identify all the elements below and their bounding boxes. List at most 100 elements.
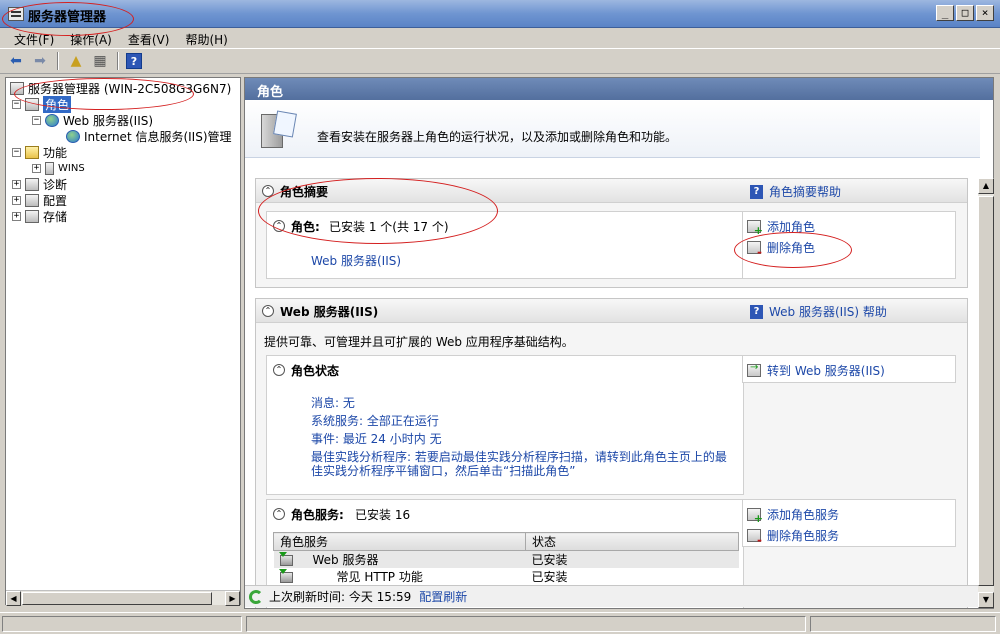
maximize-button[interactable]: □ — [956, 5, 974, 21]
details-vertical-scrollbar[interactable]: ▲ ▼ — [978, 178, 994, 608]
web-server-globe-icon — [45, 113, 59, 127]
table-row[interactable]: 常见 HTTP 功能 已安装 — [274, 568, 739, 585]
tree-item-storage[interactable]: + 存储 — [12, 208, 67, 224]
roles-details-pane: 角色 查看安装在服务器上角色的运行状况，以及添加或删除角色和功能。 ⌃ 角色摘要… — [244, 77, 994, 609]
scroll-up-icon[interactable]: ▲ — [978, 178, 994, 194]
role-status-title: 角色状态 — [291, 364, 340, 378]
tree-item-roles[interactable]: − 角色 — [12, 95, 72, 113]
web-server-header: ⌃ Web 服务器(IIS) ? Web 服务器(IIS) 帮助 — [256, 299, 967, 323]
roles-summary-title: 角色摘要 — [280, 185, 329, 199]
server-manager-icon — [8, 7, 24, 21]
table-row[interactable]: Web 服务器 已安装 — [273, 550, 739, 568]
configure-refresh-link[interactable]: 配置刷新 — [419, 588, 467, 605]
tree-item-features[interactable]: − 功能 — [12, 144, 67, 160]
features-icon — [25, 145, 39, 159]
tree-item-web-server[interactable]: − Web 服务器(IIS) — [32, 112, 153, 128]
column-header-status[interactable]: 状态 — [525, 532, 739, 551]
help-icon[interactable]: ? — [126, 53, 142, 69]
services-actions-box: 添加角色服务 删除角色服务 — [742, 499, 956, 547]
add-role-services-link[interactable]: 添加角色服务 — [747, 506, 839, 525]
collapse-status-icon[interactable]: ⌃ — [273, 364, 285, 376]
scroll-thumb[interactable] — [22, 592, 212, 605]
collapse-services-icon[interactable]: ⌃ — [273, 508, 285, 520]
web-server-help-label: Web 服务器(IIS) 帮助 — [769, 305, 887, 319]
collapse-roles-icon[interactable]: ⌃ — [273, 220, 285, 232]
expand-toggle-icon[interactable]: + — [32, 163, 41, 173]
forward-arrow-icon[interactable]: ➡ — [30, 51, 50, 71]
roles-summary-help-label: 角色摘要帮助 — [769, 185, 842, 199]
menu-action[interactable]: 操作(A) — [62, 28, 120, 48]
expand-toggle-icon[interactable]: + — [12, 195, 21, 205]
scroll-right-icon[interactable]: ▶ — [225, 591, 240, 606]
web-server-help-link[interactable]: ? Web 服务器(IIS) 帮助 — [750, 303, 887, 320]
web-server-title: Web 服务器(IIS) — [280, 305, 379, 319]
web-server-description: 提供可靠、可管理并且可扩展的 Web 应用程序基础结构。 — [264, 335, 574, 349]
web-server-section: ⌃ Web 服务器(IIS) ? Web 服务器(IIS) 帮助 提供可靠、可管… — [255, 298, 968, 608]
expand-toggle-icon[interactable]: + — [12, 211, 21, 221]
scroll-thumb[interactable] — [978, 196, 994, 586]
remove-role-services-link[interactable]: 删除角色服务 — [747, 527, 839, 547]
collapse-toggle-icon[interactable]: − — [32, 115, 41, 125]
tree-label-server-manager: 服务器管理器 (WIN-2C508G3G6N7) — [28, 81, 232, 96]
expand-toggle-icon[interactable]: + — [12, 179, 21, 189]
tree-item-configuration[interactable]: + 配置 — [12, 192, 67, 208]
tree-horizontal-scrollbar[interactable]: ◀ ▶ — [6, 590, 240, 606]
help-icon: ? — [750, 184, 763, 199]
tree-item-diagnostics[interactable]: + 诊断 — [12, 176, 67, 192]
role-status-box: ⌃ 角色状态 消息: 无 系统服务: 全部正在运行 事件: 最近 24 小时内 … — [266, 355, 744, 495]
add-roles-link[interactable]: 添加角色 — [747, 218, 816, 237]
role-services-table: 角色服务 状态 Web 服务器 已安装 常见 HTTP 功能 已安装 — [273, 532, 739, 585]
scroll-down-icon[interactable]: ▼ — [978, 592, 994, 608]
collapse-section-icon[interactable]: ⌃ — [262, 305, 274, 317]
roles-summary-section: ⌃ 角色摘要 ? 角色摘要帮助 ⌃ 角色: 已安装 1 个(共 17 个) We… — [255, 178, 968, 288]
add-service-icon — [747, 508, 763, 525]
refresh-bar: 上次刷新时间: 今天 15:59 配置刷新 — [245, 585, 978, 607]
tree-label-web-server: Web 服务器(IIS) — [63, 113, 154, 128]
status-bar — [0, 612, 1000, 634]
status-system-services: 系统服务: 全部正在运行 — [311, 414, 439, 428]
last-refresh-label: 上次刷新时间: 今天 15:59 — [269, 590, 412, 604]
tree-item-wins[interactable]: + WINS — [32, 160, 85, 176]
menu-view[interactable]: 查看(V) — [120, 28, 178, 48]
remove-role-icon — [747, 241, 762, 259]
refresh-icon[interactable] — [249, 589, 263, 604]
role-services-title: 角色服务: — [291, 508, 344, 522]
goto-web-server-link[interactable]: 转到 Web 服务器(IIS) — [747, 362, 885, 379]
show-hide-tree-icon[interactable]: ▦ — [90, 51, 110, 71]
help-icon: ? — [750, 304, 763, 319]
add-roles-label: 添加角色 — [767, 220, 816, 234]
scroll-left-icon[interactable]: ◀ — [6, 591, 21, 606]
roles-summary-help-link[interactable]: ? 角色摘要帮助 — [750, 183, 841, 200]
installed-service-icon — [278, 569, 293, 583]
minimize-button[interactable]: _ — [936, 5, 954, 21]
toolbar: ⬅ ➡ ▲ ▦ ? — [0, 48, 1000, 74]
collapse-section-icon[interactable]: ⌃ — [262, 185, 274, 197]
back-arrow-icon[interactable]: ⬅ — [6, 51, 26, 71]
installed-role-web-server-link[interactable]: Web 服务器(IIS) — [311, 252, 401, 269]
roles-count-box: ⌃ 角色: 已安装 1 个(共 17 个) Web 服务器(IIS) — [266, 211, 744, 279]
intro-text: 查看安装在服务器上角色的运行状况，以及添加或删除角色和功能。 — [317, 130, 678, 144]
tree-label-iis-manager: Internet 信息服务(IIS)管理 — [84, 129, 232, 144]
goto-web-server-label: 转到 Web 服务器(IIS) — [767, 364, 885, 378]
pane-header: 角色 — [245, 78, 993, 100]
configuration-icon — [25, 193, 39, 207]
tree-item-iis-manager[interactable]: Internet 信息服务(IIS)管理 — [66, 128, 232, 144]
column-header-role-service[interactable]: 角色服务 — [273, 532, 526, 551]
close-button[interactable]: × — [976, 5, 994, 21]
menu-file[interactable]: 文件(F) — [6, 28, 62, 48]
menu-bar: 文件(F) 操作(A) 查看(V) 帮助(H) — [0, 28, 1000, 48]
remove-roles-link[interactable]: 删除角色 — [747, 239, 815, 259]
up-folder-icon[interactable]: ▲ — [66, 51, 86, 71]
table-cell-status: 已安装 — [525, 550, 739, 568]
wins-icon — [45, 161, 54, 175]
tree-item-server-manager[interactable]: 服务器管理器 (WIN-2C508G3G6N7) — [10, 80, 231, 96]
collapse-toggle-icon[interactable]: − — [12, 99, 21, 109]
collapse-toggle-icon[interactable]: − — [12, 147, 21, 157]
roles-label: 角色: — [291, 220, 320, 234]
status-bpa-line-2[interactable]: 佳实践分析程序平铺窗口，然后单击“扫描此角色” — [311, 462, 575, 479]
remove-service-icon — [747, 529, 762, 547]
menu-help[interactable]: 帮助(H) — [177, 28, 235, 48]
tree-label-configuration: 配置 — [43, 193, 68, 208]
roles-installed-count: 已安装 1 个(共 17 个) — [329, 220, 449, 234]
toolbar-separator — [117, 52, 119, 70]
